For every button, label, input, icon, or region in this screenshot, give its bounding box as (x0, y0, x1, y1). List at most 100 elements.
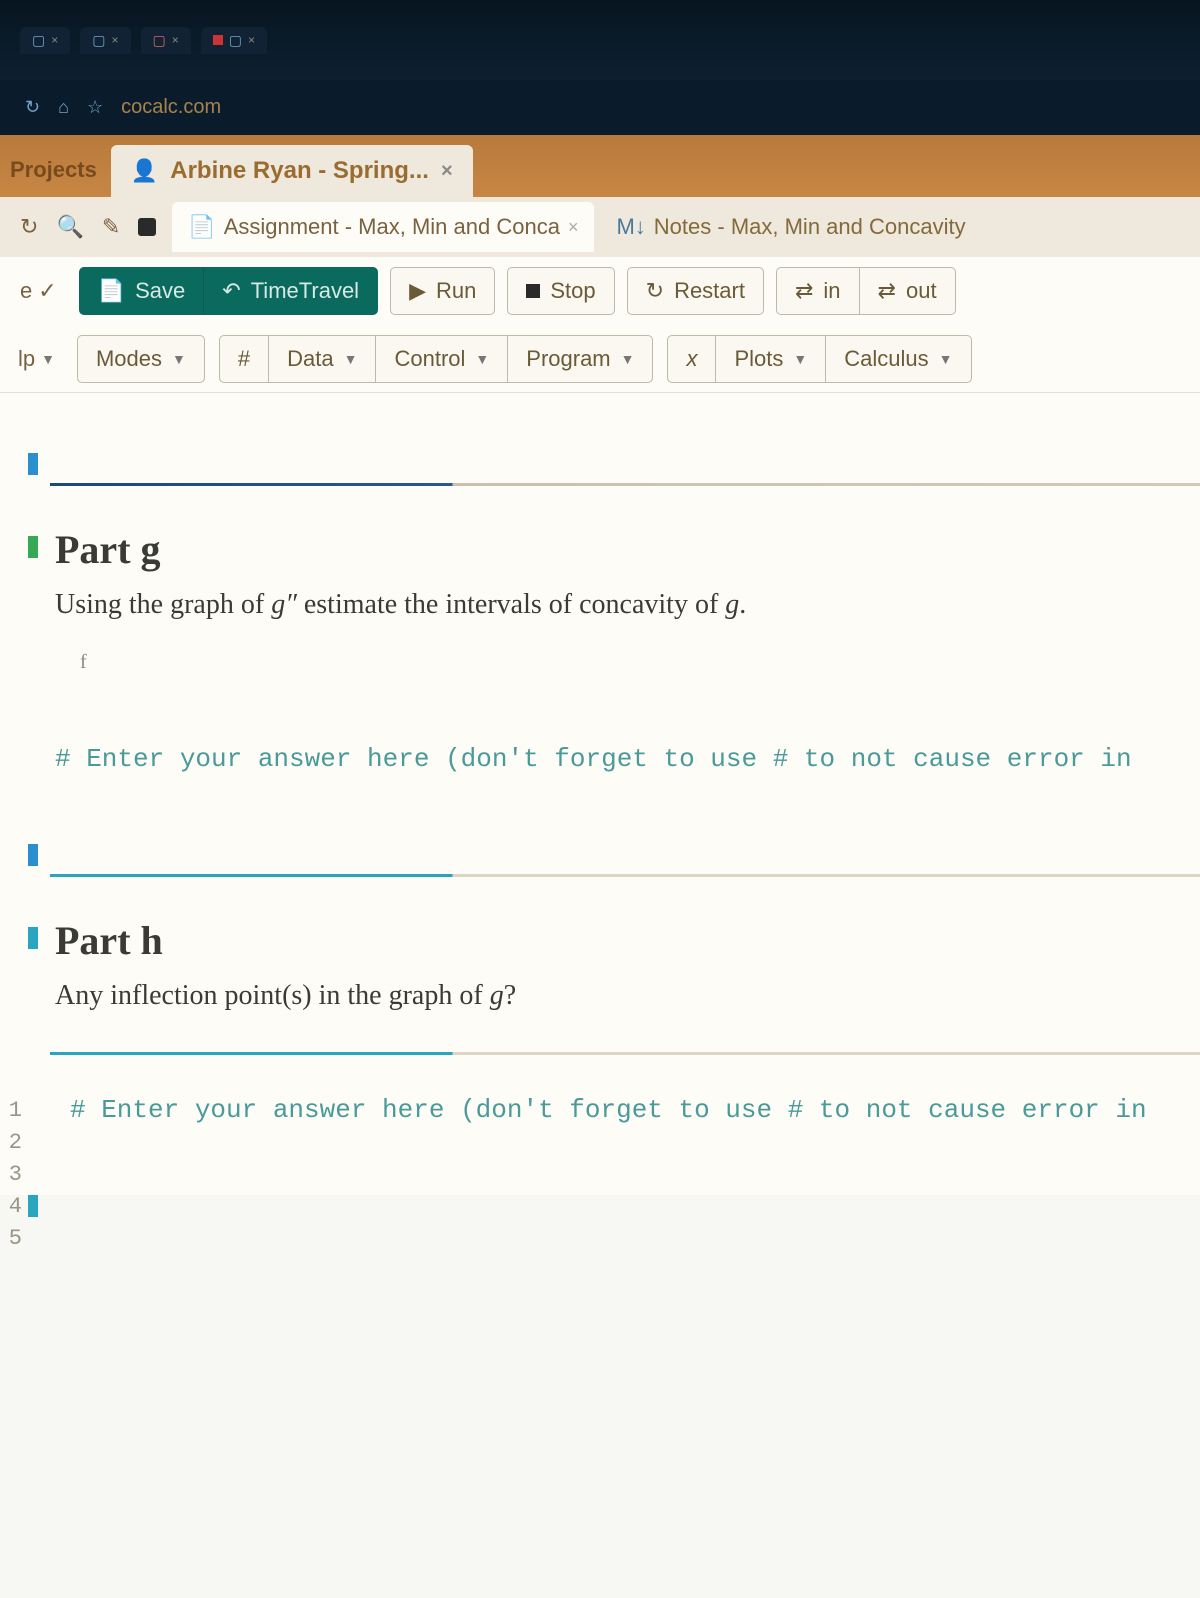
link-icon: ⇄ (878, 278, 896, 304)
browser-url-bar: ↻ ⌂ ☆ cocalc.com (0, 80, 1200, 135)
stop-button[interactable]: Stop (507, 267, 614, 315)
file-tab-label: Notes - Max, Min and Concavity (654, 214, 966, 240)
markdown-cell[interactable] (0, 413, 1200, 473)
file-tab-active[interactable]: 📄 Assignment - Max, Min and Conca × (172, 202, 594, 252)
save-group: 📄 Save ↶ TimeTravel (79, 267, 378, 315)
code-cell[interactable]: 1 2 3 4 5 # Enter your answer here (don'… (0, 1065, 1200, 1155)
toolbar-chip[interactable]: lp ▼ (10, 346, 63, 372)
timetravel-button[interactable]: ↶ TimeTravel (203, 267, 378, 315)
program-button[interactable]: Program ▼ (507, 335, 653, 383)
modes-button-label: Modes (96, 346, 162, 372)
square-icon[interactable] (138, 218, 156, 236)
stop-icon (526, 284, 540, 298)
secondary-toolbar: lp ▼ Modes ▼ # Data ▼ Control ▼ Program … (0, 325, 1200, 393)
notebook-area: Part g Using the graph of g″ estimate th… (0, 393, 1200, 1195)
markdown-cell[interactable] (0, 804, 1200, 864)
edit-icon[interactable]: ✎ (102, 214, 120, 240)
toolbar-chip-label: e (20, 278, 32, 304)
chevron-down-icon: ▼ (344, 351, 358, 367)
chevron-down-icon: ▼ (793, 351, 807, 367)
run-button[interactable]: ▶ Run (390, 267, 495, 315)
part-g-text: Using the graph of g″ estimate the inter… (55, 589, 1180, 621)
projects-tab[interactable]: Projects (0, 147, 111, 197)
browser-tab[interactable]: ▢× (201, 27, 267, 54)
calculus-button-label: Calculus (844, 346, 928, 372)
code-comment: # Enter your answer here (don't forget t… (55, 744, 1132, 774)
browser-tab[interactable]: ▢× (80, 27, 130, 54)
cell-marker (28, 536, 38, 558)
document-icon: 📄 (188, 214, 215, 240)
small-note: f (0, 651, 1200, 674)
bookmark-icon[interactable]: ☆ (87, 97, 103, 118)
data-button[interactable]: Data ▼ (268, 335, 375, 383)
part-h-text: Any inflection point(s) in the graph of … (55, 980, 1180, 1012)
markdown-cell-part-g[interactable]: Part g Using the graph of g″ estimate th… (0, 496, 1200, 651)
part-g-title: Part g (55, 526, 1180, 573)
cell-separator (50, 483, 1200, 486)
data-button-label: Data (287, 346, 333, 372)
io-group: ⇄ in ⇄ out (776, 267, 956, 315)
cell-marker (28, 1195, 38, 1217)
home-icon[interactable]: ⌂ (58, 97, 69, 118)
search-icon[interactable]: 🔍 (56, 214, 83, 240)
app-root: Projects 👤 Arbine Ryan - Spring... × ↻ 🔍… (0, 135, 1200, 1598)
in-button[interactable]: ⇄ in (776, 267, 859, 315)
control-button[interactable]: Control ▼ (375, 335, 507, 383)
project-tab-strip: Projects 👤 Arbine Ryan - Spring... × (0, 135, 1200, 197)
browser-tab-strip: ▢× ▢× ▢× ▢× (0, 0, 1200, 80)
save-button[interactable]: 📄 Save (79, 267, 204, 315)
browser-tab[interactable]: ▢× (20, 27, 70, 54)
in-button-label: in (823, 278, 840, 304)
plots-button-label: Plots (734, 346, 783, 372)
save-icon: 📄 (98, 278, 125, 304)
chevron-down-icon: ▼ (41, 351, 55, 367)
restart-button[interactable]: ↻ Restart (627, 267, 764, 315)
save-button-label: Save (135, 278, 185, 304)
stop-button-label: Stop (550, 278, 595, 304)
cell-separator (50, 1052, 1200, 1055)
modes-button[interactable]: Modes ▼ (77, 335, 205, 383)
user-icon: 👤 (131, 158, 158, 184)
calculus-button[interactable]: Calculus ▼ (825, 335, 971, 383)
cell-marker (28, 844, 38, 866)
restart-button-label: Restart (674, 278, 745, 304)
check-icon: ✓ (38, 278, 56, 304)
play-icon: ▶ (409, 278, 426, 304)
file-tab[interactable]: M↓ Notes - Max, Min and Concavity (600, 202, 981, 252)
browser-tab[interactable]: ▢× (141, 27, 191, 54)
timetravel-button-label: TimeTravel (251, 278, 359, 304)
control-button-label: Control (394, 346, 465, 372)
toolbar-chip[interactable]: e ✓ (10, 278, 67, 304)
refresh-icon[interactable]: ↻ (25, 97, 40, 118)
close-icon[interactable]: × (441, 160, 453, 183)
markdown-cell-part-h[interactable]: Part h Any inflection point(s) in the gr… (0, 887, 1200, 1042)
part-h-title: Part h (55, 917, 1180, 964)
out-button[interactable]: ⇄ out (859, 267, 956, 315)
project-tab-label: Arbine Ryan - Spring... (170, 157, 429, 185)
link-icon: ⇄ (795, 278, 813, 304)
markdown-cell[interactable] (0, 1155, 1200, 1195)
toolbar-chip-label: lp (18, 346, 35, 372)
code-cell[interactable]: # Enter your answer here (don't forget t… (0, 714, 1200, 804)
cell-marker (28, 927, 38, 949)
var-button-label: x (686, 346, 697, 372)
program-button-label: Program (526, 346, 610, 372)
url-text[interactable]: cocalc.com (121, 96, 221, 119)
refresh-icon[interactable]: ↻ (20, 214, 38, 240)
history-icon: ↶ (222, 278, 240, 304)
hash-button-label: # (238, 346, 250, 372)
close-icon[interactable]: × (568, 217, 579, 238)
restart-icon: ↻ (646, 278, 664, 304)
markdown-icon: M↓ (616, 214, 645, 240)
plots-button[interactable]: Plots ▼ (715, 335, 825, 383)
chevron-down-icon: ▼ (621, 351, 635, 367)
file-tab-strip: ↻ 🔍 ✎ 📄 Assignment - Max, Min and Conca … (0, 197, 1200, 257)
file-tab-label: Assignment - Max, Min and Conca (224, 214, 560, 240)
hash-button[interactable]: # (219, 335, 268, 383)
cell-marker (28, 453, 38, 475)
cell-separator (50, 874, 1200, 877)
chevron-down-icon: ▼ (172, 351, 186, 367)
chevron-down-icon: ▼ (939, 351, 953, 367)
var-button[interactable]: x (667, 335, 715, 383)
project-tab-active[interactable]: 👤 Arbine Ryan - Spring... × (111, 145, 473, 197)
